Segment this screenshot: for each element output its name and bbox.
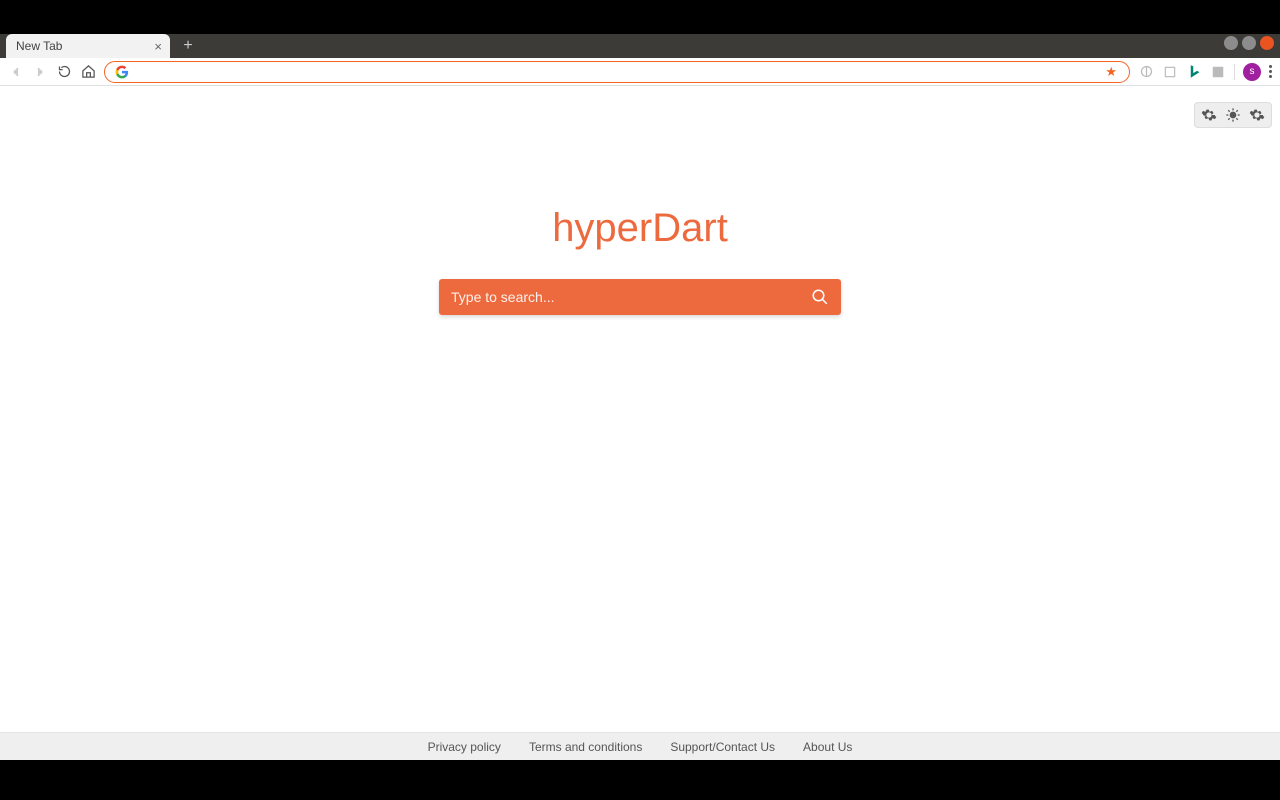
footer-link-privacy[interactable]: Privacy policy xyxy=(428,740,501,754)
browser-navbar: ★ s xyxy=(0,58,1280,86)
footer-link-support[interactable]: Support/Contact Us xyxy=(670,740,775,754)
close-tab-icon[interactable]: × xyxy=(154,40,162,53)
forward-icon[interactable] xyxy=(32,64,48,80)
tab-label: New Tab xyxy=(16,39,62,53)
bing-icon[interactable] xyxy=(1186,64,1202,80)
settings-icon-1[interactable] xyxy=(1201,107,1217,123)
gear-icon[interactable] xyxy=(1249,107,1265,123)
footer: Privacy policy Terms and conditions Supp… xyxy=(0,732,1280,760)
browser-tabstrip: New Tab × + xyxy=(0,34,1280,58)
os-bottombar xyxy=(0,760,1280,800)
address-input[interactable] xyxy=(135,64,1099,79)
footer-link-terms[interactable]: Terms and conditions xyxy=(529,740,642,754)
bookmark-star-icon[interactable]: ★ xyxy=(1105,64,1117,80)
browser-menu-icon[interactable] xyxy=(1269,65,1272,78)
minimize-icon[interactable] xyxy=(1224,36,1238,50)
avatar-initial: s xyxy=(1250,66,1255,77)
extension-icon-1[interactable] xyxy=(1138,64,1154,80)
window-controls xyxy=(1224,36,1274,50)
extension-icon-4[interactable] xyxy=(1210,64,1226,80)
page-content: hyperDart Privacy policy Terms and condi… xyxy=(0,86,1280,760)
back-icon[interactable] xyxy=(8,64,24,80)
address-bar[interactable]: ★ xyxy=(104,61,1130,83)
reload-icon[interactable] xyxy=(56,64,72,80)
new-tab-button[interactable]: + xyxy=(178,36,198,56)
settings-tray xyxy=(1194,102,1272,128)
os-topbar xyxy=(0,0,1280,34)
extension-icons: s xyxy=(1138,63,1272,81)
logo-text: hyperDart xyxy=(552,206,728,251)
browser-tab-active[interactable]: New Tab × xyxy=(6,34,170,58)
extension-icon-2[interactable] xyxy=(1162,64,1178,80)
divider xyxy=(1234,64,1235,80)
footer-link-about[interactable]: About Us xyxy=(803,740,852,754)
brightness-icon[interactable] xyxy=(1225,107,1241,123)
home-icon[interactable] xyxy=(80,64,96,80)
profile-avatar[interactable]: s xyxy=(1243,63,1261,81)
google-icon xyxy=(115,65,129,79)
close-window-icon[interactable] xyxy=(1260,36,1274,50)
search-icon[interactable] xyxy=(811,288,829,306)
search-input[interactable] xyxy=(451,289,811,305)
maximize-icon[interactable] xyxy=(1242,36,1256,50)
hero: hyperDart xyxy=(439,206,841,315)
searchbox[interactable] xyxy=(439,279,841,315)
